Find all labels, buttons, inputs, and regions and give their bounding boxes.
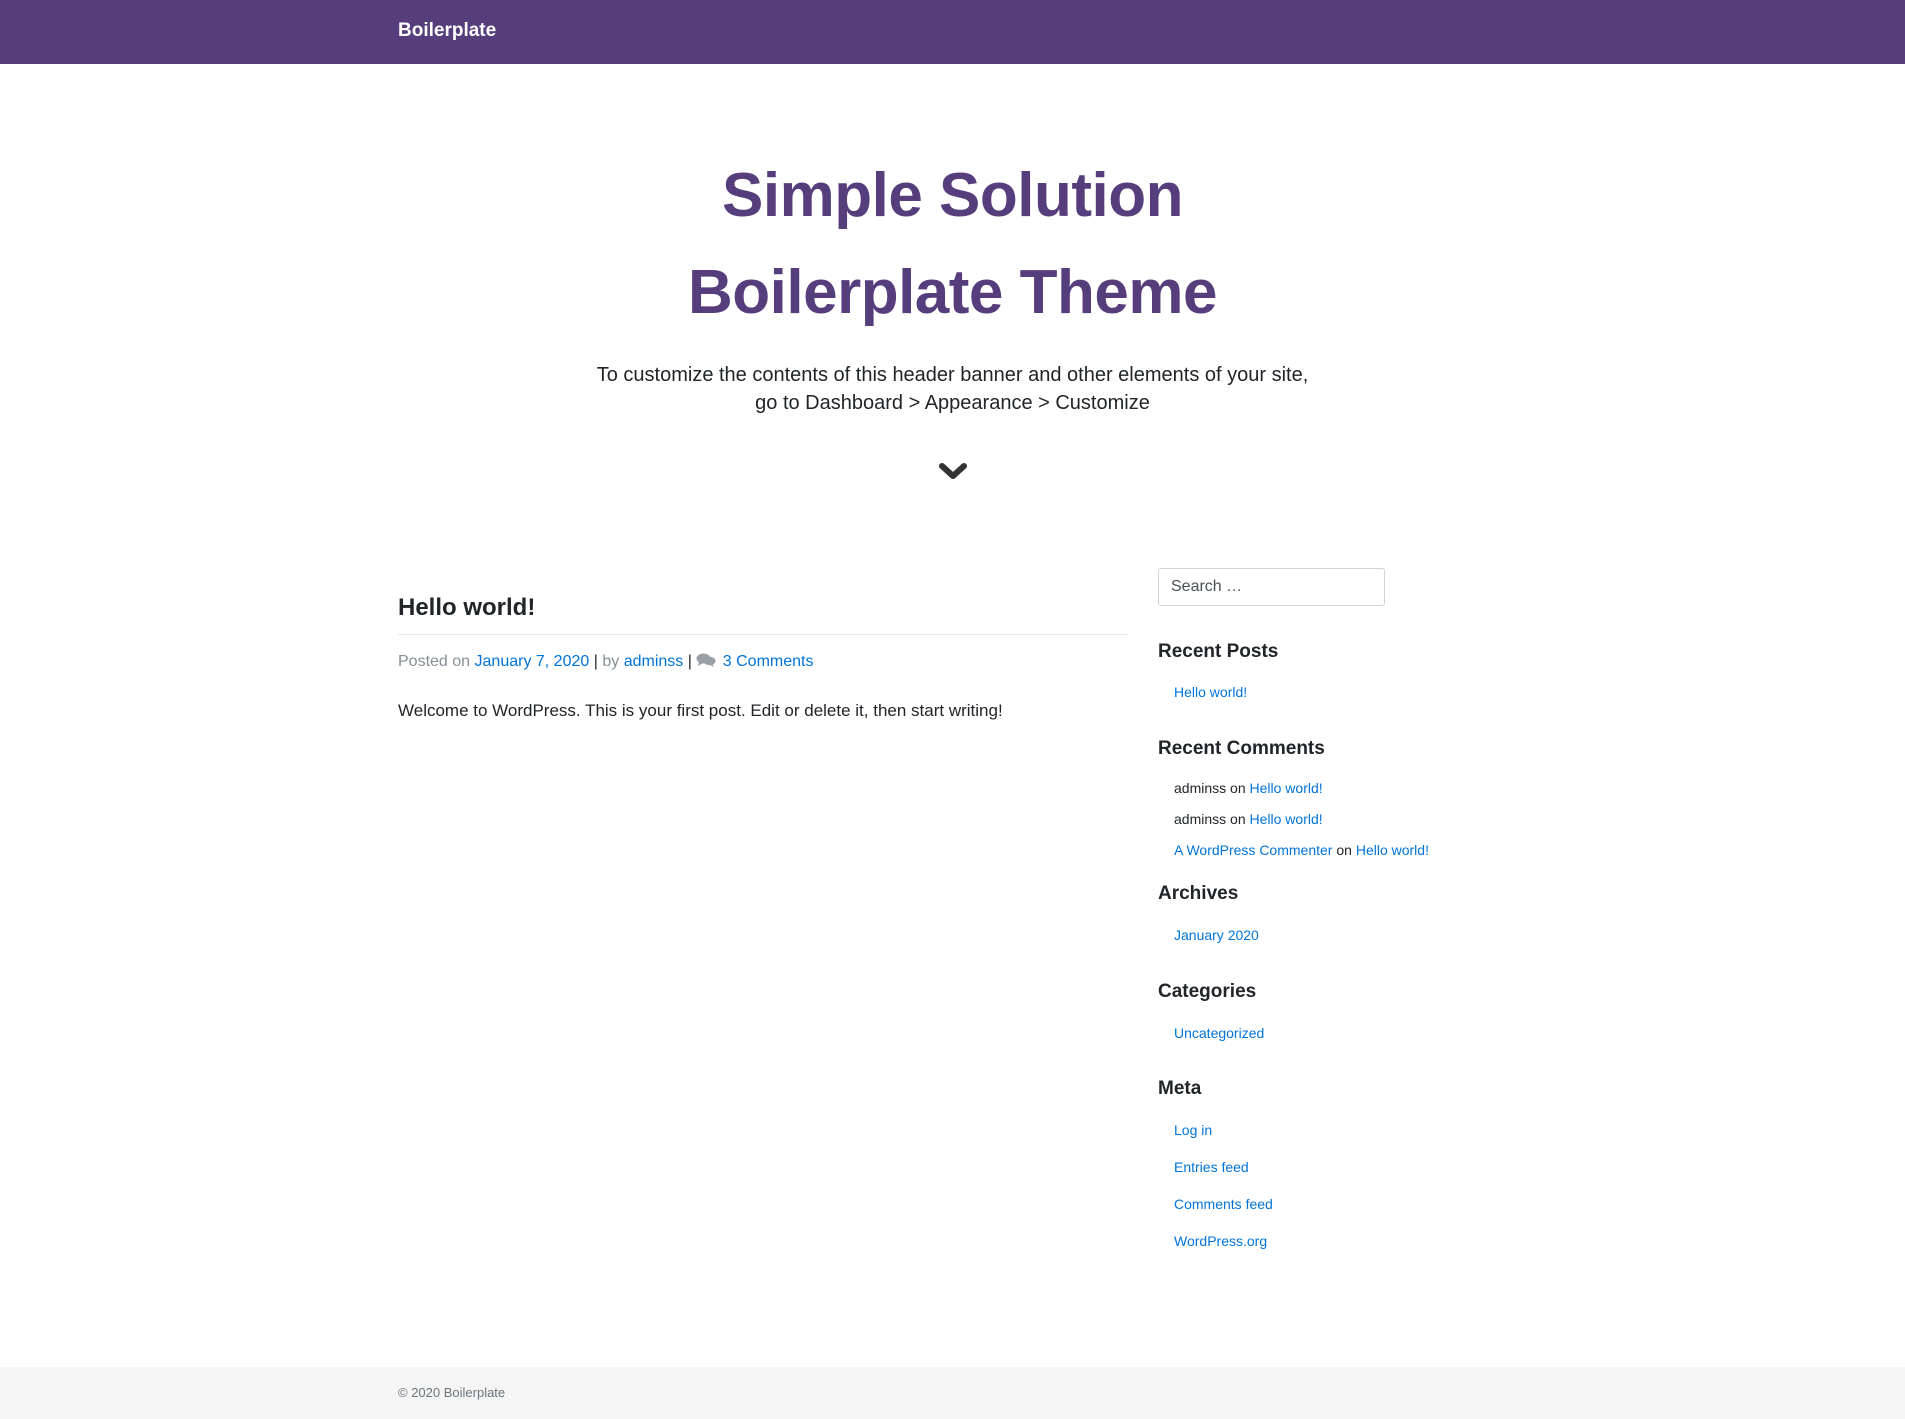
comment-post-link[interactable]: Hello world! bbox=[1356, 842, 1429, 858]
brand-link[interactable]: Boilerplate bbox=[398, 20, 496, 42]
meta-separator: | bbox=[687, 653, 692, 670]
meta-widget: Meta Log in Entries feed Comments feed W… bbox=[1158, 1076, 1488, 1251]
category-link[interactable]: Uncategorized bbox=[1174, 1025, 1264, 1041]
posted-on-label: Posted on bbox=[398, 653, 471, 670]
comments-feed-link[interactable]: Comments feed bbox=[1174, 1196, 1273, 1212]
meta-separator: | bbox=[593, 653, 598, 670]
top-navbar: Boilerplate bbox=[0, 0, 1905, 64]
archives-widget: Archives January 2020 bbox=[1158, 881, 1488, 945]
log-in-link[interactable]: Log in bbox=[1174, 1122, 1212, 1138]
recent-post-link[interactable]: Hello world! bbox=[1174, 684, 1247, 700]
list-item: Comments feed bbox=[1174, 1194, 1488, 1214]
list-item: Entries feed bbox=[1174, 1157, 1488, 1177]
chevron-down-icon[interactable] bbox=[938, 461, 968, 483]
comments-link[interactable]: 3 Comments bbox=[723, 653, 814, 670]
on-label: on bbox=[1230, 811, 1246, 827]
search-input[interactable] bbox=[1158, 568, 1385, 606]
sidebar: Recent Posts Hello world! Recent Comment… bbox=[1158, 568, 1488, 1268]
hero-title-line-2: Boilerplate Theme bbox=[688, 258, 1217, 327]
recent-comments-widget: Recent Comments adminss on Hello world! … bbox=[1158, 736, 1488, 860]
categories-title: Categories bbox=[1158, 981, 1257, 1002]
list-item: adminss on Hello world! bbox=[1174, 778, 1488, 798]
entries-feed-link[interactable]: Entries feed bbox=[1174, 1159, 1249, 1175]
on-label: on bbox=[1336, 842, 1352, 858]
search-form bbox=[1158, 568, 1488, 606]
hero-subtitle-line-2: go to Dashboard > Appearance > Customize bbox=[755, 392, 1150, 414]
recent-posts-title: Recent Posts bbox=[1158, 641, 1279, 662]
recent-posts-widget: Recent Posts Hello world! bbox=[1158, 639, 1488, 702]
archives-title: Archives bbox=[1158, 883, 1239, 904]
hero-subtitle: To customize the contents of this header… bbox=[0, 361, 1905, 417]
footer-copyright: © 2020 Boilerplate bbox=[398, 1385, 506, 1400]
list-item: Uncategorized bbox=[1174, 1023, 1488, 1043]
hero-title: Simple Solution Boilerplate Theme bbox=[0, 147, 1905, 341]
comment-post-link[interactable]: Hello world! bbox=[1250, 811, 1323, 827]
recent-comments-title: Recent Comments bbox=[1158, 738, 1325, 759]
hero-banner: Simple Solution Boilerplate Theme To cus… bbox=[0, 64, 1905, 488]
site-footer: © 2020 Boilerplate bbox=[0, 1367, 1905, 1419]
categories-widget: Categories Uncategorized bbox=[1158, 979, 1488, 1043]
on-label: on bbox=[1230, 780, 1246, 796]
hero-subtitle-line-1: To customize the contents of this header… bbox=[596, 364, 1309, 386]
comment-author-link[interactable]: A WordPress Commenter bbox=[1174, 842, 1332, 858]
meta-title: Meta bbox=[1158, 1078, 1202, 1099]
list-item: adminss on Hello world! bbox=[1174, 809, 1488, 829]
post-article: Hello world! Posted on January 7, 2020 |… bbox=[398, 590, 1128, 723]
list-item: Hello world! bbox=[1174, 682, 1488, 702]
post-title: Hello world! bbox=[398, 590, 1128, 635]
comment-author: adminss bbox=[1174, 780, 1227, 796]
wordpress-org-link[interactable]: WordPress.org bbox=[1174, 1233, 1267, 1249]
comments-icon bbox=[696, 652, 716, 667]
post-content: Welcome to WordPress. This is your first… bbox=[398, 701, 1003, 720]
list-item: January 2020 bbox=[1174, 925, 1488, 945]
list-item: WordPress.org bbox=[1174, 1231, 1488, 1251]
post-date-link[interactable]: January 7, 2020 bbox=[475, 653, 590, 670]
author-link[interactable]: adminss bbox=[624, 653, 684, 670]
by-label: by bbox=[602, 653, 620, 670]
main-content: Hello world! Posted on January 7, 2020 |… bbox=[398, 590, 1128, 723]
list-item: Log in bbox=[1174, 1120, 1488, 1140]
hero-title-line-1: Simple Solution bbox=[722, 161, 1183, 230]
list-item: A WordPress Commenter on Hello world! bbox=[1174, 840, 1488, 860]
comment-author: adminss bbox=[1174, 811, 1227, 827]
comment-post-link[interactable]: Hello world! bbox=[1250, 780, 1323, 796]
archive-link[interactable]: January 2020 bbox=[1174, 927, 1259, 943]
post-meta: Posted on January 7, 2020 | by adminss |… bbox=[398, 651, 1128, 673]
